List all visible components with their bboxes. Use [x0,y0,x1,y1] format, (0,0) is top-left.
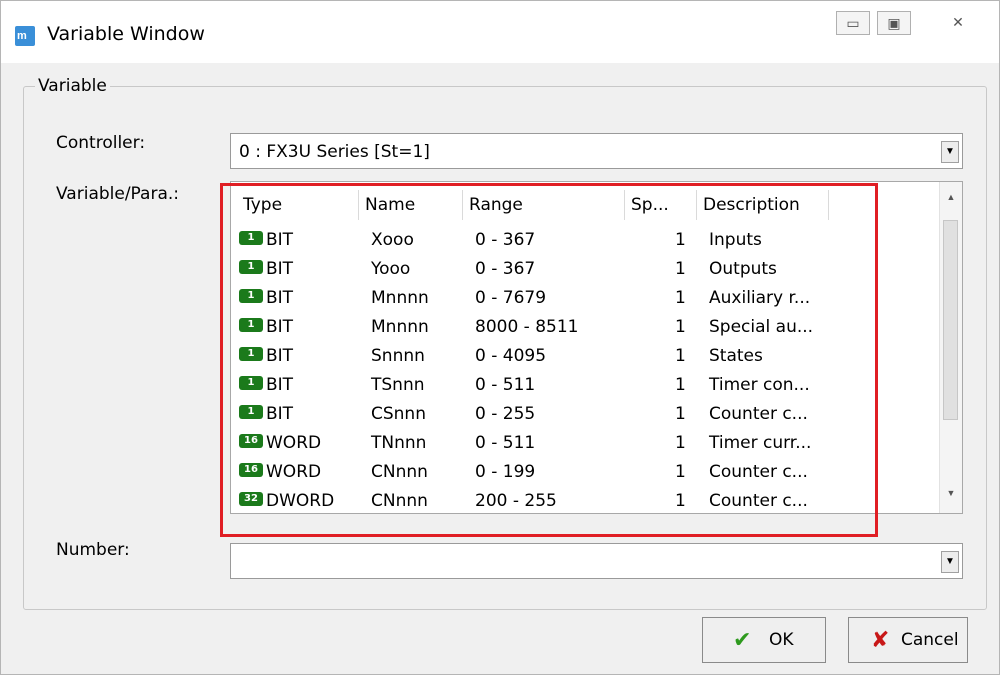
ok-button[interactable]: ✔ OK [702,617,826,663]
variable-para-label: Variable/Para.: [56,184,180,204]
maximize-button[interactable]: ▣ [877,11,911,35]
window-title: Variable Window [47,23,205,45]
app-icon [15,26,35,46]
checkmark-icon: ✔ [733,628,752,653]
vertical-scrollbar[interactable]: ▲ ▼ [939,182,962,513]
number-dropdown[interactable]: ▼ [230,543,963,579]
variable-group-label: Variable [35,76,110,96]
controller-dropdown[interactable]: 0 : FX3U Series [St=1] ▼ [230,133,963,169]
highlight-box [220,183,878,537]
title-bar: Variable Window ▭ ▣ ✕ [1,1,999,63]
chevron-down-icon[interactable]: ▼ [941,551,959,573]
chevron-down-icon[interactable]: ▼ [941,141,959,163]
cancel-label: Cancel [901,630,959,650]
close-button[interactable]: ✕ [941,11,975,35]
scroll-thumb[interactable] [943,220,958,420]
ok-label: OK [769,630,794,650]
scroll-down-icon[interactable]: ▼ [940,488,962,508]
scroll-up-icon[interactable]: ▲ [940,192,962,212]
variable-window: Variable Window ▭ ▣ ✕ Variable Controlle… [0,0,1000,675]
close-icon: ✘ [871,628,890,653]
number-label: Number: [56,540,130,560]
cancel-button[interactable]: ✘ Cancel [848,617,968,663]
controller-value: 0 : FX3U Series [St=1] [239,142,430,162]
minimize-button[interactable]: ▭ [836,11,870,35]
controller-label: Controller: [56,133,146,153]
